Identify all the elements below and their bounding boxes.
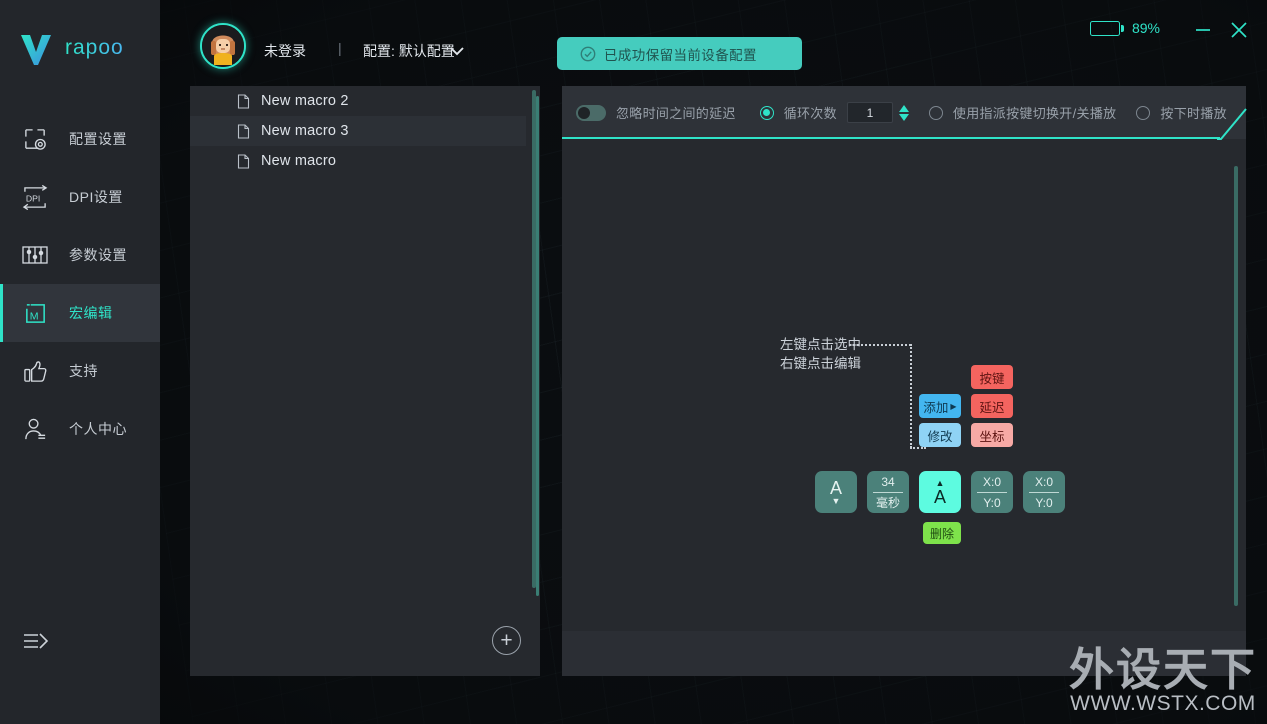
macro-step-delay[interactable]: 34 毫秒	[867, 471, 909, 513]
plus-circle-icon: +	[500, 629, 513, 652]
canvas-scrollbar[interactable]	[1234, 166, 1238, 606]
coord-y: Y:0	[1035, 495, 1053, 510]
app-root: rapoo 配置设置 DPI DPI设置 参数设置 M 宏编辑 支持 个人中心 …	[0, 0, 1267, 724]
save-toast-text: 已成功保留当前设备配置	[604, 47, 757, 63]
coord-x: X:0	[1034, 474, 1053, 489]
toggle-playback-label: 使用指派按键切换开/关播放	[952, 106, 1117, 121]
add-macro-button[interactable]: +	[492, 626, 521, 655]
list-item[interactable]: New macro	[190, 146, 526, 176]
stepper-arrows-icon[interactable]	[898, 104, 909, 121]
macro-name: New macro 2	[261, 93, 349, 109]
dpi-settings-icon: DPI	[18, 182, 52, 212]
avatar[interactable]	[200, 23, 246, 69]
app-logo: rapoo	[16, 28, 124, 68]
add-label: 添加	[923, 400, 949, 415]
svg-text:DPI: DPI	[25, 193, 39, 203]
sidebar-item-label: 宏编辑	[69, 305, 113, 321]
macro-canvas[interactable]: 左键点击选中 右键点击编辑 按键 添加 ▶ 延迟 修改 坐标 A ▼ 34 毫秒…	[562, 139, 1246, 709]
loop-count-input[interactable]	[846, 102, 893, 123]
ignore-delay-label: 忽略时间之间的延迟	[616, 106, 736, 121]
macro-step-key-up[interactable]: A ▼	[815, 471, 857, 513]
sidebar-item-label: DPI设置	[69, 189, 123, 205]
parameter-settings-icon	[18, 240, 52, 270]
chevron-down-icon[interactable]	[448, 44, 466, 62]
check-circle-icon	[580, 46, 596, 62]
battery-percent: 89%	[1131, 20, 1160, 36]
macro-edit-icon: M	[18, 298, 52, 328]
sidebar-item-parameter-settings[interactable]: 参数设置	[0, 226, 160, 284]
delay-value: 34	[881, 474, 895, 489]
sidebar-item-label: 支持	[69, 363, 98, 379]
action-coord-button[interactable]: 坐标	[971, 423, 1013, 447]
sidebar-nav: 配置设置 DPI DPI设置 参数设置 M 宏编辑 支持 个人中心	[0, 110, 160, 458]
file-icon	[237, 123, 250, 139]
coord-x: X:0	[982, 474, 1001, 489]
loop-count-label: 循环次数	[783, 106, 837, 121]
add-action-button[interactable]: 添加 ▶	[919, 394, 961, 418]
key-up-marker-icon: ▼	[831, 495, 841, 506]
list-item[interactable]: New macro 3	[190, 116, 526, 146]
brand-name: rapoo	[65, 36, 124, 59]
ignore-delay-toggle[interactable]	[576, 104, 606, 121]
macro-list: New macro 2 New macro 3 New macro	[190, 86, 526, 176]
file-icon	[237, 153, 250, 169]
thumbs-up-icon	[18, 356, 52, 386]
close-icon[interactable]	[1227, 18, 1251, 42]
panel-divider	[536, 96, 539, 596]
list-item[interactable]: New macro 2	[190, 86, 526, 116]
play-on-press-radio[interactable]	[1136, 105, 1151, 120]
macro-editor-panel: 忽略时间之间的延迟 循环次数 使用指派按键切换开/关播放 按下时播放 左键点击选…	[562, 86, 1247, 676]
collapse-menu-icon[interactable]	[18, 624, 54, 658]
battery-icon	[1089, 20, 1124, 36]
connector-line-bottom	[910, 447, 926, 449]
macro-step-key-down[interactable]: ▲ A	[919, 471, 961, 513]
file-icon	[237, 93, 250, 109]
sidebar-item-label: 参数设置	[69, 247, 127, 263]
rapoo-v-logo-icon	[16, 28, 56, 68]
minimize-icon[interactable]	[1191, 18, 1215, 42]
action-key-button[interactable]: 按键	[971, 365, 1013, 389]
top-bar: 未登录 | 配置: 默认配置 已成功保留当前设备配置 89%	[160, 0, 1267, 86]
config-selector-label[interactable]: 配置: 默认配置	[363, 41, 455, 61]
caret-right-icon: ▶	[950, 401, 957, 411]
macro-step-coord[interactable]: X:0 Y:0	[1023, 471, 1065, 513]
sidebar-item-dpi-settings[interactable]: DPI DPI设置	[0, 168, 160, 226]
sidebar-item-macro-edit[interactable]: M 宏编辑	[0, 284, 160, 342]
editor-toolbar: 忽略时间之间的延迟 循环次数 使用指派按键切换开/关播放 按下时播放	[562, 86, 1247, 140]
save-confirmation-toast: 已成功保留当前设备配置	[557, 37, 802, 70]
connector-line-vertical	[910, 344, 912, 448]
login-status[interactable]: 未登录	[264, 41, 306, 61]
coord-y: Y:0	[983, 495, 1001, 510]
delete-step-button[interactable]: 删除	[923, 522, 961, 544]
user-profile-icon	[18, 414, 52, 444]
macro-step-coord[interactable]: X:0 Y:0	[971, 471, 1013, 513]
sidebar-item-support[interactable]: 支持	[0, 342, 160, 400]
macro-list-panel: New macro 2 New macro 3 New macro	[190, 86, 540, 676]
editor-footer	[562, 631, 1246, 676]
toggle-playback-radio[interactable]	[928, 105, 943, 120]
scrollbar-thumb[interactable]	[1234, 166, 1238, 606]
sidebar-item-label: 配置设置	[69, 131, 127, 147]
svg-text:M: M	[29, 310, 38, 322]
edit-action-button[interactable]: 修改	[919, 423, 961, 447]
battery-indicator: 89%	[1089, 20, 1160, 36]
sidebar-item-config-settings[interactable]: 配置设置	[0, 110, 160, 168]
toolbar-corner-accent	[1217, 108, 1247, 140]
macro-name: New macro 3	[261, 123, 349, 139]
canvas-hint-line2: 右键点击编辑	[780, 356, 861, 371]
sidebar: rapoo 配置设置 DPI DPI设置 参数设置 M 宏编辑 支持 个人中心	[0, 0, 160, 724]
connector-line-top	[849, 344, 911, 346]
canvas-hint: 左键点击选中 右键点击编辑	[780, 335, 861, 373]
macro-name: New macro	[261, 153, 337, 169]
delay-unit: 毫秒	[875, 495, 900, 510]
loop-count-radio[interactable]	[759, 105, 774, 120]
config-settings-icon	[18, 124, 52, 154]
action-delay-button[interactable]: 延迟	[971, 394, 1013, 418]
step-key: A	[829, 477, 842, 498]
sidebar-item-label: 个人中心	[69, 421, 127, 437]
sidebar-item-user-center[interactable]: 个人中心	[0, 400, 160, 458]
header-separator: |	[338, 40, 342, 56]
step-key: A	[933, 486, 946, 507]
